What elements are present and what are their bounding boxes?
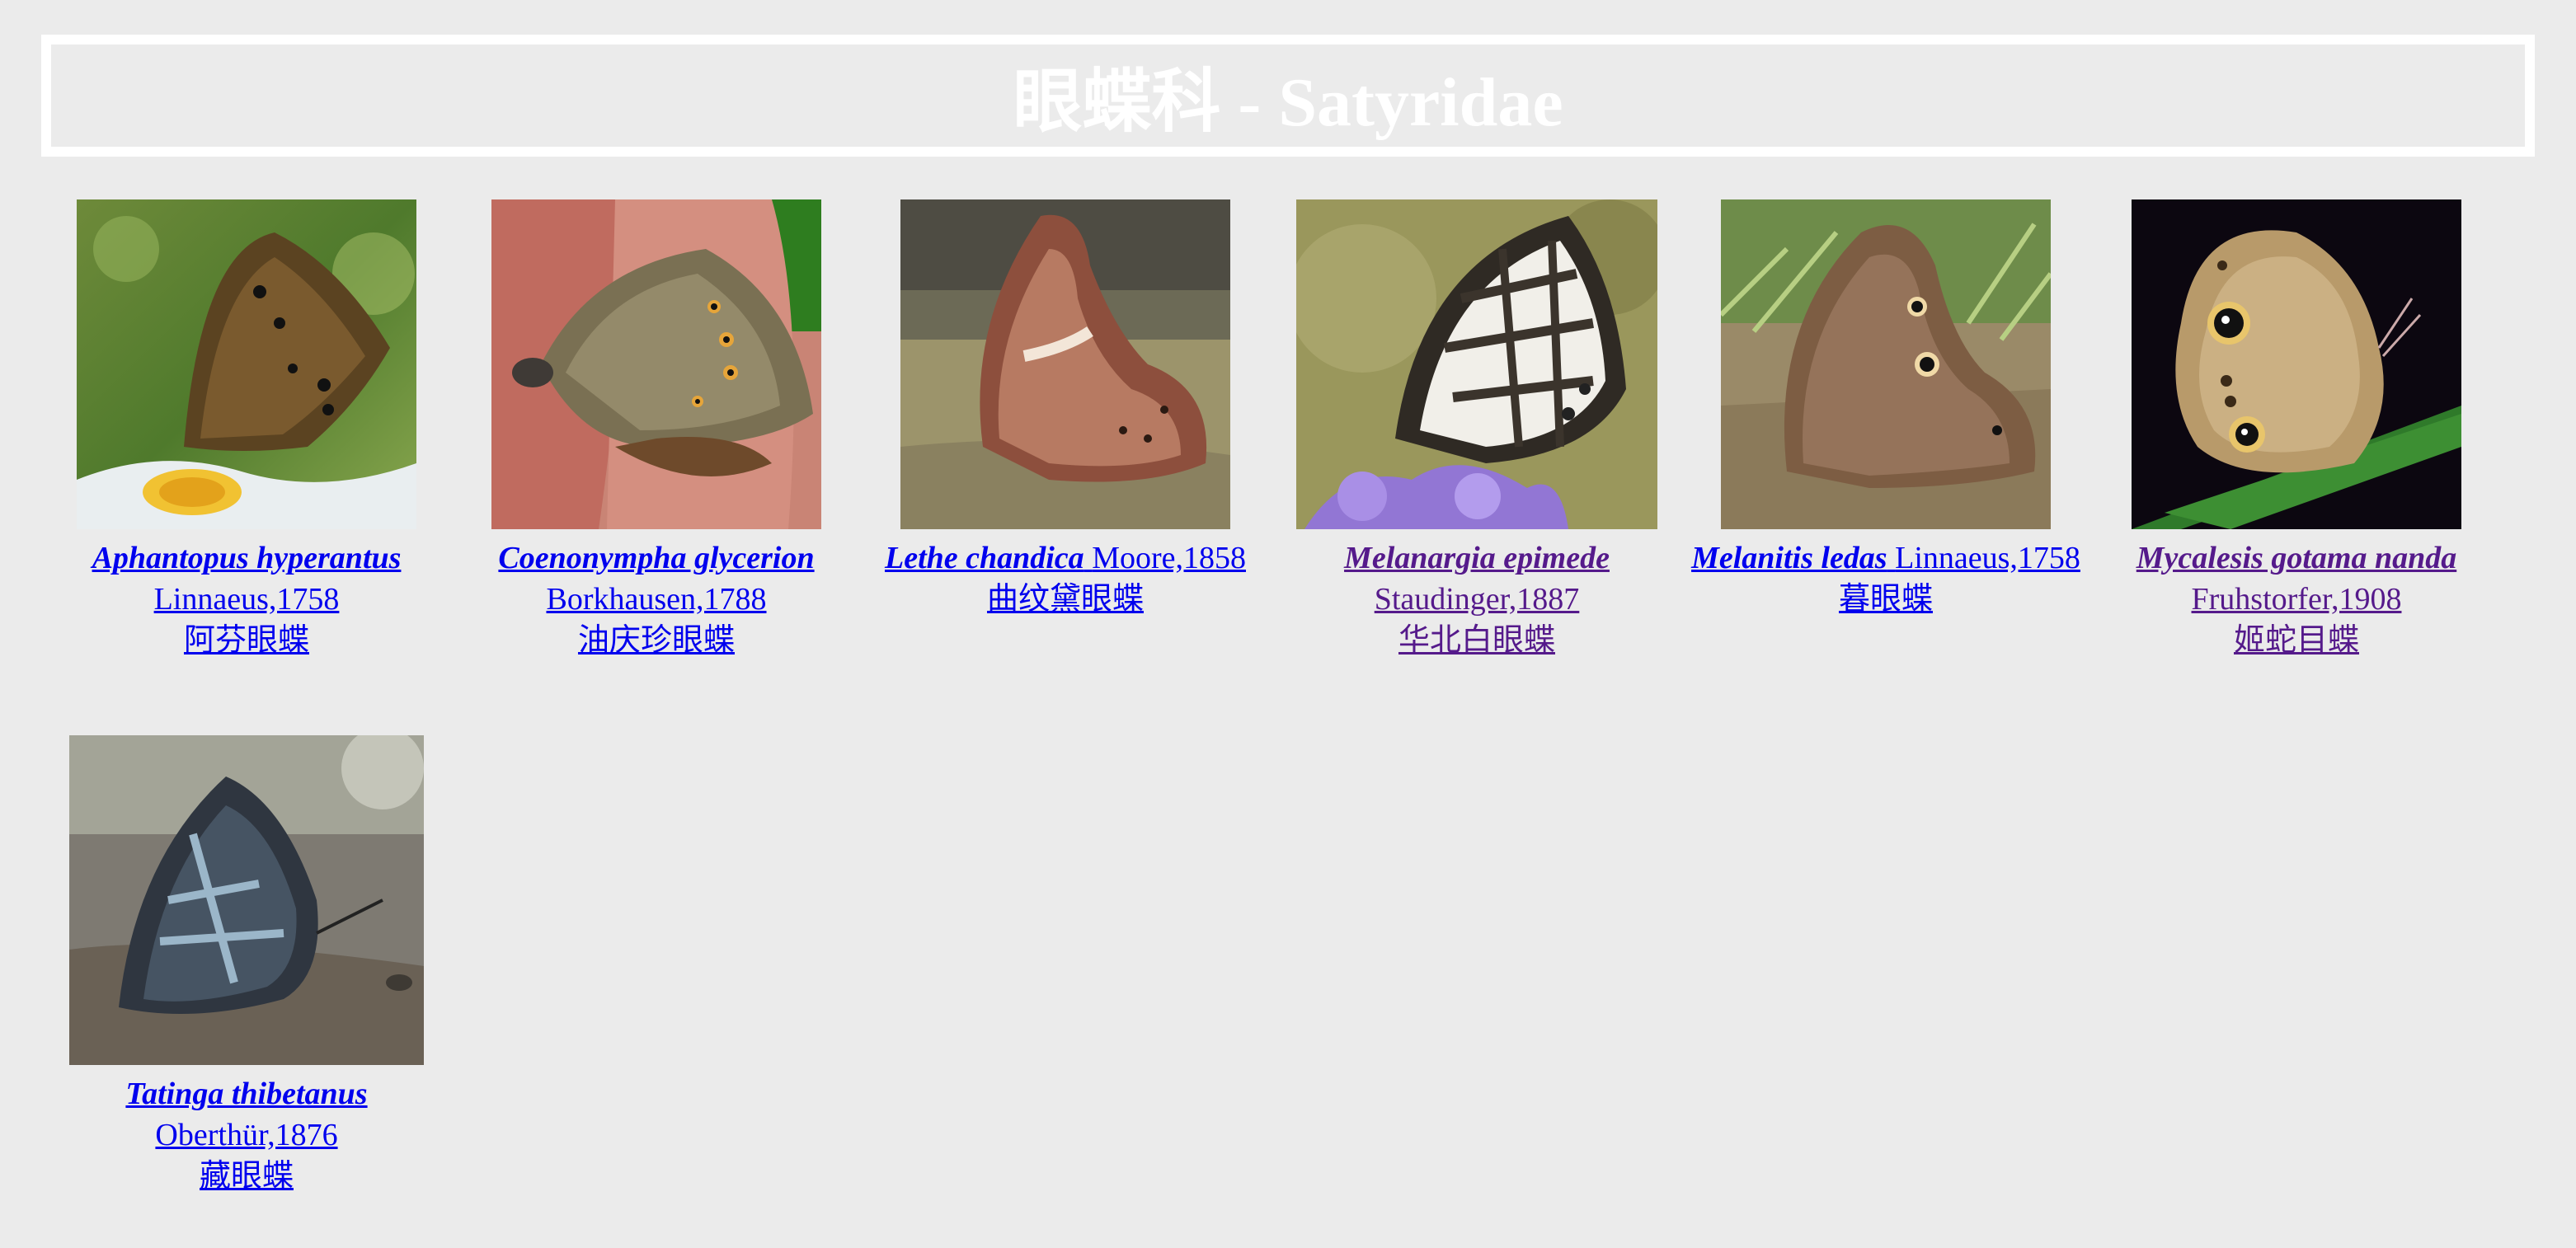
species-caption: Melanargia epimede Staudinger,1887 华北白眼蝶 [1296,537,1657,661]
dark-checkered-butterfly-on-soil-photo[interactable] [69,735,424,1065]
species-chinese-name-link[interactable]: 油庆珍眼蝶 [578,623,735,658]
species-author-link[interactable]: Fruhstorfer,1908 [2192,582,2402,617]
species-chinese-name-link[interactable]: 暮眼蝶 [1839,582,1933,617]
species-author: Moore,1858 [1092,541,1246,575]
species-chinese-name-link[interactable]: 藏眼蝶 [200,1159,294,1194]
species-scientific-name-link[interactable]: Coenonympha glycerion [498,541,814,575]
species-chinese-name-link[interactable]: 曲纹黛眼蝶 [987,582,1144,617]
species-scientific-name-link[interactable]: Mycalesis gotama nanda [2136,541,2456,575]
species-card: Coenonympha glycerion Borkhausen,1788 油庆… [467,199,846,661]
species-scientific-name-link[interactable]: Aphantopus hyperantus [92,541,402,575]
species-card: Melanitis ledas Linnaeus,1758 暮眼蝶 [1679,199,2093,620]
species-author-link[interactable]: Borkhausen,1788 [546,582,766,617]
species-card: Aphantopus hyperantus Linnaeus,1758 阿芬眼蝶 [35,199,458,661]
species-scientific-name-link[interactable]: Tatinga thibetanus [125,1077,367,1111]
species-caption: Lethe chandica Moore,1858 曲纹黛眼蝶 [871,537,1260,620]
species-card: Mycalesis gotama nanda Fruhstorfer,1908 … [2113,199,2480,661]
species-caption: Melanitis ledas Linnaeus,1758 暮眼蝶 [1679,537,2093,620]
species-name-and-author-link[interactable]: Melanitis ledas Linnaeus,1758 [1691,541,2080,575]
species-name-and-author-link[interactable]: Lethe chandica Moore,1858 [885,541,1246,575]
page-title: 眼蝶科 - Satyridae [1013,63,1563,141]
species-chinese-name-link[interactable]: 阿芬眼蝶 [184,623,309,658]
marbled-white-butterfly-on-purple-flower-photo[interactable] [1296,199,1657,529]
species-caption: Tatinga thibetanus Oberthür,1876 藏眼蝶 [35,1073,458,1197]
species-caption: Mycalesis gotama nanda Fruhstorfer,1908 … [2113,537,2480,661]
species-gallery-page: 眼蝶科 - Satyridae Aphantopus hyperantus Li… [0,0,2576,1248]
butterfly-on-fingers-photo[interactable] [491,199,821,529]
species-card: Melanargia epimede Staudinger,1887 华北白眼蝶 [1296,199,1657,661]
eyespot-butterfly-on-leaf-photo[interactable] [2132,199,2461,529]
species-caption: Coenonympha glycerion Borkhausen,1788 油庆… [467,537,846,661]
species-caption: Aphantopus hyperantus Linnaeus,1758 阿芬眼蝶 [35,537,458,661]
brown-butterfly-on-ground-photo[interactable] [900,199,1230,529]
species-author-link[interactable]: Staudinger,1887 [1375,582,1580,617]
species-scientific-name: Melanitis ledas [1691,541,1887,575]
species-scientific-name: Lethe chandica [884,541,1084,575]
species-author: Linnaeus,1758 [1895,541,2080,575]
brown-butterfly-on-grass-photo[interactable] [1721,199,2051,529]
species-author-link[interactable]: Linnaeus,1758 [154,582,340,617]
species-card: Lethe chandica Moore,1858 曲纹黛眼蝶 [871,199,1260,620]
species-card: Tatinga thibetanus Oberthür,1876 藏眼蝶 [35,735,458,1197]
species-scientific-name-link[interactable]: Melanargia epimede [1344,541,1610,575]
species-chinese-name-link[interactable]: 华北白眼蝶 [1398,623,1555,658]
species-author-link[interactable]: Oberthür,1876 [155,1118,337,1152]
butterfly-on-white-flower-photo[interactable] [77,199,416,529]
species-chinese-name-link[interactable]: 姬蛇目蝶 [2234,623,2359,658]
page-title-box: 眼蝶科 - Satyridae [41,35,2535,157]
